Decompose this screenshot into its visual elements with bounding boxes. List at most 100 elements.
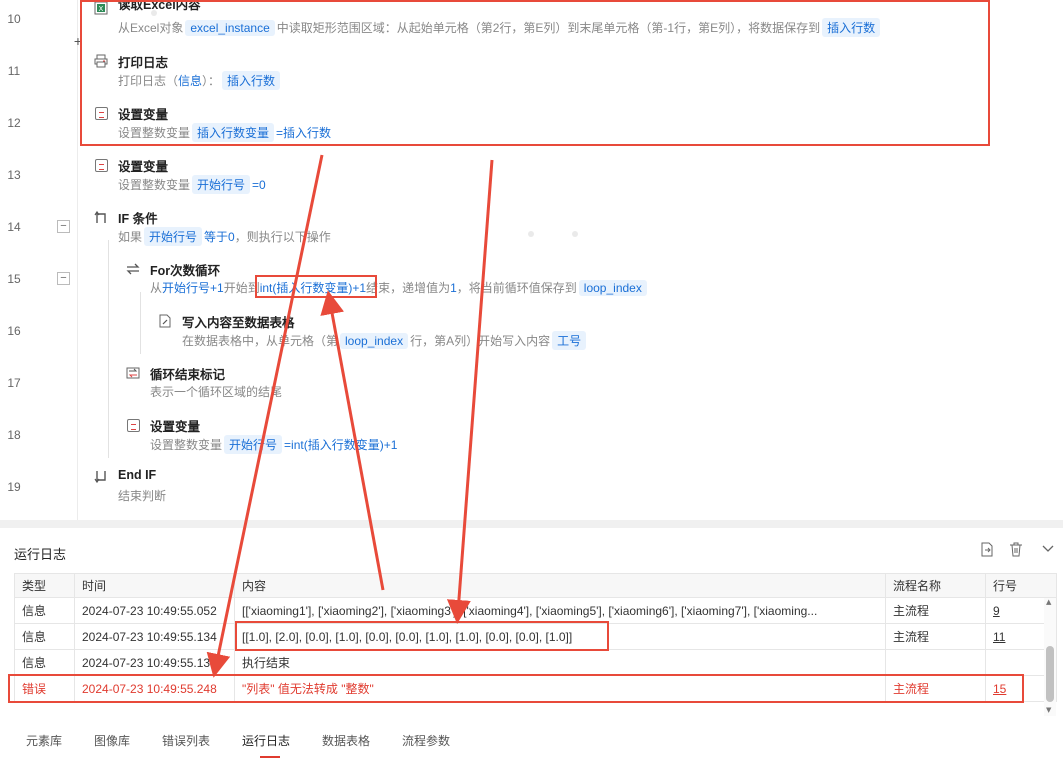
log-time: 2024-07-23 10:49:55.248 <box>74 675 235 702</box>
table-row[interactable]: 信息 2024-07-23 10:49:55.13 执行结束 <box>14 649 1057 676</box>
log-flow <box>885 649 986 676</box>
log-type: 信息 <box>14 649 75 676</box>
step-set-variable[interactable]: 设置变量 设置整数变量 插入行数变量 =插入行数 <box>93 104 493 152</box>
desc-text: 在数据表格中，从单元格（第 <box>182 334 339 348</box>
row-number: 12 <box>7 116 21 130</box>
run-log-panel: 运行日志 类型 时间 内容 流程名称 行号 信息 2024-07-23 10:4… <box>0 528 1063 758</box>
tab-image-library[interactable]: 图像库 <box>94 732 130 749</box>
step-write-table[interactable]: 写入内容至数据表格 在数据表格中，从单元格（第 loop_index 行，第A列）开… <box>157 312 617 360</box>
step-description: 在数据表格中，从单元格（第 loop_index 行，第A列）开始写入内容 工号 <box>182 331 588 350</box>
svg-text:X: X <box>99 5 104 13</box>
step-title: For次数循环 <box>150 264 221 278</box>
variable-tag: loop_index <box>578 280 647 296</box>
row-number: 10 <box>7 12 21 26</box>
step-print-log[interactable]: 打印日志 打印日志（信息）： 插入行数 <box>93 52 493 100</box>
step-set-variable[interactable]: 设置变量 设置整数变量 开始行号 =int(插入行数变量)+1 <box>125 416 525 464</box>
desc-text: 结束，递增值为 <box>366 281 451 295</box>
variable-tag: 插入行数 <box>222 71 281 90</box>
step-set-variable[interactable]: 设置变量 设置整数变量 开始行号 =0 <box>93 156 493 204</box>
printer-icon <box>93 53 109 69</box>
scroll-up-icon[interactable]: ▲ <box>1046 598 1051 606</box>
flow-editor: 10 11 12 13 14 15 16 17 18 19 + − − X 读取… <box>0 0 1063 520</box>
table-row[interactable]: 信息 2024-07-23 10:49:55.052 [['xiaoming1'… <box>14 597 1057 624</box>
step-loop-end[interactable]: 循环结束标记 表示一个循环区域的结尾 <box>125 364 425 412</box>
log-panel-title: 运行日志 <box>14 547 67 562</box>
desc-text: 打印日志（ <box>118 74 179 88</box>
tab-flow-params[interactable]: 流程参数 <box>402 732 450 749</box>
canvas-dot <box>572 231 578 237</box>
desc-text: 行，第A列）开始写入内容 <box>410 334 551 348</box>
table-row[interactable]: 错误 2024-07-23 10:49:55.248 "列表" 值无法转成 "整… <box>14 675 1057 702</box>
collapse-for-button[interactable]: − <box>57 272 70 285</box>
log-flow: 主流程 <box>885 597 986 624</box>
variable-tag: excel_instance <box>185 20 275 36</box>
log-time: 2024-07-23 10:49:55.134 <box>74 623 235 650</box>
desc-text: 中读取矩形范围区域：从起始单元格（第2行，第E列）到末尾单元格（第-1行，第E列… <box>276 21 821 35</box>
add-step-button[interactable]: + <box>72 34 84 48</box>
loop-end: int(插入行数变量)+1 <box>259 281 367 295</box>
scroll-thumb[interactable] <box>1046 646 1054 702</box>
variable-tag: loop_index <box>340 333 409 349</box>
variable-tag: 工号 <box>552 331 587 350</box>
log-content: "列表" 值无法转成 "整数" <box>234 675 886 702</box>
tab-data-table[interactable]: 数据表格 <box>322 732 370 749</box>
step-title: 写入内容至数据表格 <box>182 316 295 330</box>
column-header[interactable]: 流程名称 <box>885 573 986 598</box>
variable-icon <box>93 105 109 121</box>
row-number: 17 <box>7 376 21 390</box>
if-block-guide <box>108 240 109 458</box>
step-description: 从开始行号+1开始到int(插入行数变量)+1结束，递增值为1，将当前循环值保存… <box>150 279 649 296</box>
step-description: 结束判断 <box>118 489 167 503</box>
step-end-if[interactable]: End IF 结束判断 <box>93 468 393 516</box>
compare-value: 0 <box>228 230 235 244</box>
tab-run-log[interactable]: 运行日志 <box>242 732 290 749</box>
variable-tag: 开始行号 <box>192 175 251 194</box>
step-title: 设置变量 <box>150 420 201 434</box>
tab-error-list[interactable]: 错误列表 <box>162 732 210 749</box>
variable-tag: 插入行数变量 <box>192 123 275 142</box>
line-link[interactable]: 11 <box>993 630 1005 644</box>
line-link[interactable]: 15 <box>993 682 1006 696</box>
variable-tag: 插入行数 <box>822 18 881 37</box>
loop-start: 开始行号+1 <box>162 281 224 295</box>
column-header[interactable]: 时间 <box>74 573 235 598</box>
desc-text: 从 <box>150 281 163 295</box>
loop-end-icon <box>125 365 141 381</box>
log-scrollbar[interactable]: ▲ ▼ <box>1044 598 1056 716</box>
desc-text: 设置整数变量 <box>118 178 191 192</box>
canvas-dot <box>528 231 534 237</box>
column-header[interactable]: 类型 <box>14 573 75 598</box>
column-header[interactable]: 内容 <box>234 573 886 598</box>
chevron-down-icon[interactable] <box>1042 542 1054 558</box>
log-content: [['xiaoming1'], ['xiaoming2'], ['xiaomin… <box>234 597 886 624</box>
step-description: 表示一个循环区域的结尾 <box>150 385 283 399</box>
branch-icon <box>93 209 109 225</box>
column-header[interactable]: 行号 <box>985 573 1057 598</box>
row-number: 13 <box>7 168 21 182</box>
line-link[interactable]: 9 <box>993 604 1000 618</box>
variable-icon <box>93 157 109 173</box>
collapse-if-button[interactable]: − <box>57 220 70 233</box>
step-if-condition[interactable]: IF 条件 如果 开始行号 等于0，则执行以下操作 <box>93 208 493 256</box>
scroll-down-icon[interactable]: ▼ <box>1046 706 1051 714</box>
tab-element-library[interactable]: 元素库 <box>26 732 62 749</box>
export-icon[interactable] <box>980 542 994 561</box>
desc-text: 设置整数变量 <box>118 126 191 140</box>
table-row[interactable]: 信息 2024-07-23 10:49:55.134 [[1.0], [2.0]… <box>14 623 1057 650</box>
log-time: 2024-07-23 10:49:55.13 <box>74 649 235 676</box>
end-if-icon <box>93 469 109 485</box>
trash-icon[interactable] <box>1009 542 1023 561</box>
step-description: 从Excel对象 excel_instance 中读取矩形范围区域：从起始单元格（第… <box>118 18 882 37</box>
log-flow: 主流程 <box>885 623 986 650</box>
log-level: 信息 <box>178 74 203 88</box>
variable-tag: 开始行号 <box>224 435 283 454</box>
panel-divider[interactable] <box>0 520 1063 528</box>
step-title: 设置变量 <box>118 108 169 122</box>
step-read-excel[interactable]: X 读取Excel内容 从Excel对象 excel_instance 中读取矩形范… <box>93 0 983 48</box>
step-for-loop[interactable]: For次数循环 从开始行号+1开始到int(插入行数变量)+1结束，递增值为1，… <box>125 260 685 308</box>
assignment-value: =0 <box>252 178 266 192</box>
row-number: 19 <box>7 480 21 494</box>
step-description: 如果 开始行号 等于0，则执行以下操作 <box>118 227 331 246</box>
log-time: 2024-07-23 10:49:55.052 <box>74 597 235 624</box>
step-title: 读取Excel内容 <box>118 0 201 12</box>
